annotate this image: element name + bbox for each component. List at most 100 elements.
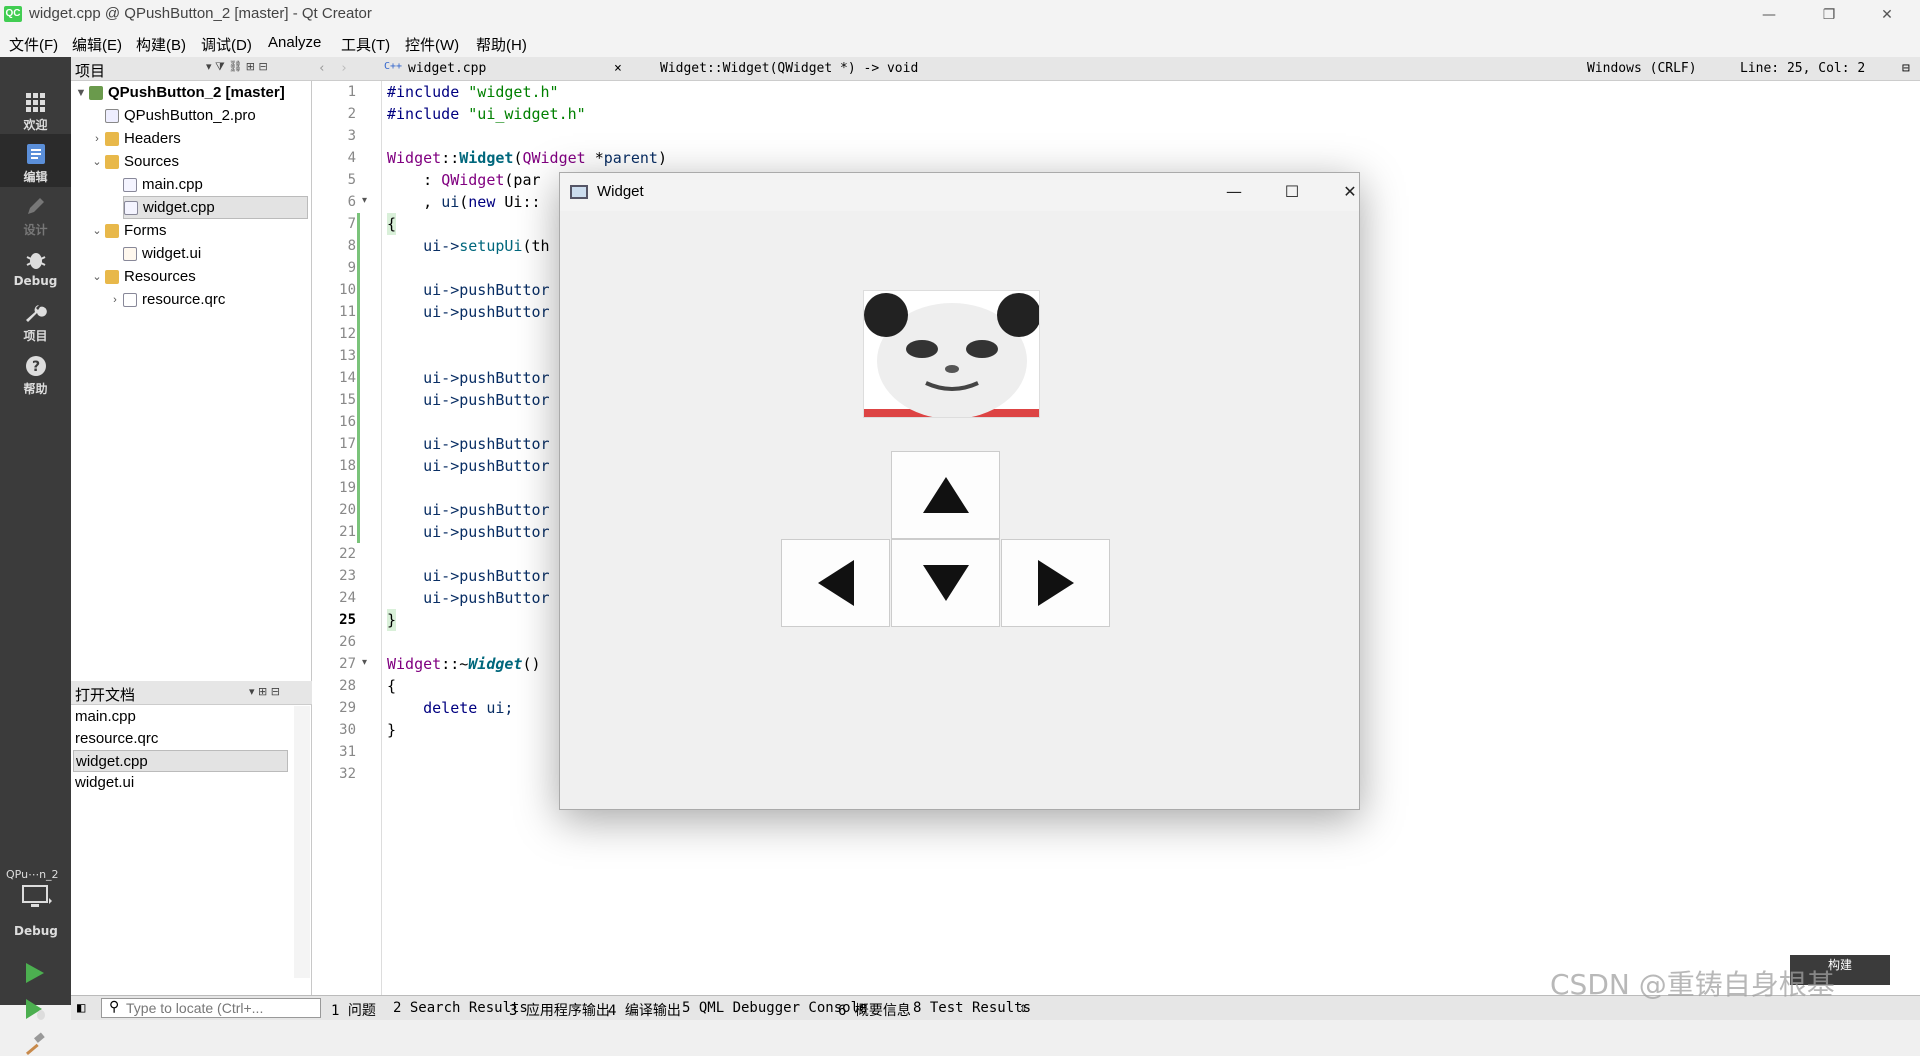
run-icon[interactable] [23, 961, 47, 985]
mode-help[interactable]: ? 帮助 [0, 346, 71, 399]
line-number: 29 [339, 700, 356, 716]
project-panel-title[interactable]: 项目 [75, 60, 105, 81]
forward-arrow-icon[interactable]: › [340, 61, 348, 76]
restore-button[interactable]: ❐ [1800, 0, 1858, 29]
cpp-file-icon: C++ [384, 61, 403, 72]
tree-item-widget-ui[interactable]: widget.ui [123, 242, 201, 265]
project-icon [89, 85, 103, 100]
left-button[interactable] [781, 539, 890, 627]
symbol-selector[interactable]: Widget::Widget(QWidget *) -> void [660, 61, 918, 76]
mode-design[interactable]: 设计 [0, 187, 71, 240]
minimize-button[interactable]: — [1740, 0, 1798, 29]
fold-marker-icon[interactable]: ▾ [362, 657, 367, 668]
fold-marker-icon[interactable]: ▾ [362, 195, 367, 206]
output-tab-general[interactable]: 6 概要信息 [838, 1000, 911, 1020]
back-arrow-icon[interactable]: ‹ [318, 61, 326, 76]
tree-item-pro[interactable]: QPushButton_2.pro [89, 104, 256, 127]
code-line: } [387, 609, 397, 631]
open-documents-title[interactable]: 打开文档 [75, 684, 135, 705]
toggle-sidebar-icon[interactable]: ◧ [77, 1000, 85, 1016]
tree-folder-forms[interactable]: ⌄ Forms [89, 219, 166, 242]
line-number: 13 [339, 348, 356, 364]
menu-build[interactable]: 构建(B) [136, 34, 186, 55]
menu-analyze[interactable]: Analyze [268, 34, 321, 51]
kit-selector-label[interactable]: QPu⋯n_2 [6, 868, 59, 881]
tree-item-resource-qrc[interactable]: › resource.qrc [107, 288, 225, 311]
output-tab-search[interactable]: 2 Search Results [393, 1000, 528, 1016]
hammer-icon[interactable] [23, 1032, 47, 1056]
code-line: delete ui; [387, 699, 514, 717]
right-button[interactable] [1001, 539, 1110, 627]
collapse-arrow-icon[interactable]: ⌄ [89, 270, 105, 283]
line-ending-selector[interactable]: Windows (CRLF) [1587, 61, 1697, 76]
open-doc-item[interactable]: widget.cpp [73, 750, 288, 772]
close-button[interactable]: ✕ [1858, 0, 1916, 29]
expand-arrow-icon[interactable]: › [89, 133, 105, 145]
widget-window[interactable]: Widget — ☐ ✕ [559, 172, 1360, 810]
open-doc-item[interactable]: widget.ui [73, 772, 288, 794]
output-tab-app-output[interactable]: 3 应用程序输出 [509, 1000, 610, 1020]
widget-title-bar[interactable]: Widget — ☐ ✕ [560, 173, 1359, 211]
locator-input[interactable]: Type to locate (Ctrl+... [101, 998, 321, 1018]
line-number: 5 [347, 172, 356, 188]
up-button[interactable] [891, 451, 1000, 539]
tree-folder-resources[interactable]: ⌄ Resources [89, 265, 195, 288]
scrollbar[interactable] [294, 706, 310, 978]
mode-debug[interactable]: Debug [0, 240, 71, 293]
widget-title: Widget [597, 183, 644, 200]
expand-arrow-icon[interactable]: › [107, 294, 123, 306]
line-number: 23 [339, 568, 356, 584]
output-tab-issues[interactable]: 1 问题 [331, 1000, 376, 1020]
current-file[interactable]: widget.cpp [408, 61, 486, 76]
split-icon[interactable]: ⊟ [1902, 61, 1910, 76]
widget-close-button[interactable]: ✕ [1330, 179, 1370, 205]
menu-debug[interactable]: 调试(D) [201, 34, 252, 55]
menu-edit[interactable]: 编辑(E) [72, 34, 122, 55]
arrow-up-icon [922, 477, 969, 513]
code-line: ui->pushButtor [387, 303, 550, 321]
collapse-arrow-icon[interactable]: ▼ [73, 87, 89, 99]
code-line: ui->pushButtor [387, 369, 550, 387]
line-number: 25 [339, 612, 356, 628]
widget-minimize-button[interactable]: — [1214, 179, 1254, 205]
menu-file[interactable]: 文件(F) [9, 34, 58, 55]
tree-item-widget-ui-label: widget.ui [142, 245, 202, 262]
panel-controls-icon[interactable]: ▾ ⊞ ⊟ [249, 685, 280, 698]
code-line: } [387, 721, 397, 739]
code-line: ui->setupUi(th [387, 237, 550, 255]
tree-item-pro-label: QPushButton_2.pro [124, 107, 256, 124]
code-line: #include "ui_widget.h" [387, 105, 586, 123]
output-tab-test-results[interactable]: 8 Test Results [913, 1000, 1031, 1016]
qt-creator-icon: QC [4, 6, 22, 22]
down-button[interactable] [891, 539, 1000, 627]
line-number: 16 [339, 414, 356, 430]
more-tabs-icon[interactable]: ⇕ [1019, 1000, 1027, 1016]
menu-tools[interactable]: 工具(T) [341, 34, 390, 55]
mode-welcome[interactable]: 欢迎 [0, 82, 71, 135]
mode-projects[interactable]: 项目 [0, 293, 71, 346]
qrc-file-icon [123, 292, 137, 307]
tree-folder-sources[interactable]: ⌄ Sources [89, 150, 179, 173]
menu-controls[interactable]: 控件(W) [405, 34, 459, 55]
mode-edit[interactable]: 编辑 [0, 134, 71, 187]
monitor-icon[interactable] [22, 884, 52, 912]
line-number: 31 [339, 744, 356, 760]
code-line: ui->pushButtor [387, 281, 550, 299]
tree-root[interactable]: ▼ QPushButton_2 [master] [73, 81, 285, 104]
close-document-icon[interactable]: × [614, 61, 622, 76]
tree-item-widget-cpp[interactable]: widget.cpp [123, 196, 308, 219]
menu-help[interactable]: 帮助(H) [476, 34, 527, 55]
open-doc-item[interactable]: main.cpp [73, 706, 288, 728]
line-number: 30 [339, 722, 356, 738]
open-doc-item[interactable]: resource.qrc [73, 728, 288, 750]
output-tab-compile[interactable]: 4 编译输出 [608, 1000, 681, 1020]
filter-icon[interactable]: ▾ ⧩ ⛓ ⊞ ⊟ [206, 60, 268, 74]
line-number: 26 [339, 634, 356, 650]
debug-run-icon[interactable] [23, 997, 47, 1021]
tree-item-main-cpp[interactable]: main.cpp [123, 173, 203, 196]
panda-meme-image[interactable] [863, 290, 1040, 418]
collapse-arrow-icon[interactable]: ⌄ [89, 224, 105, 237]
tree-folder-headers[interactable]: › Headers [89, 127, 181, 150]
collapse-arrow-icon[interactable]: ⌄ [89, 155, 105, 168]
widget-maximize-button[interactable]: ☐ [1272, 179, 1312, 205]
